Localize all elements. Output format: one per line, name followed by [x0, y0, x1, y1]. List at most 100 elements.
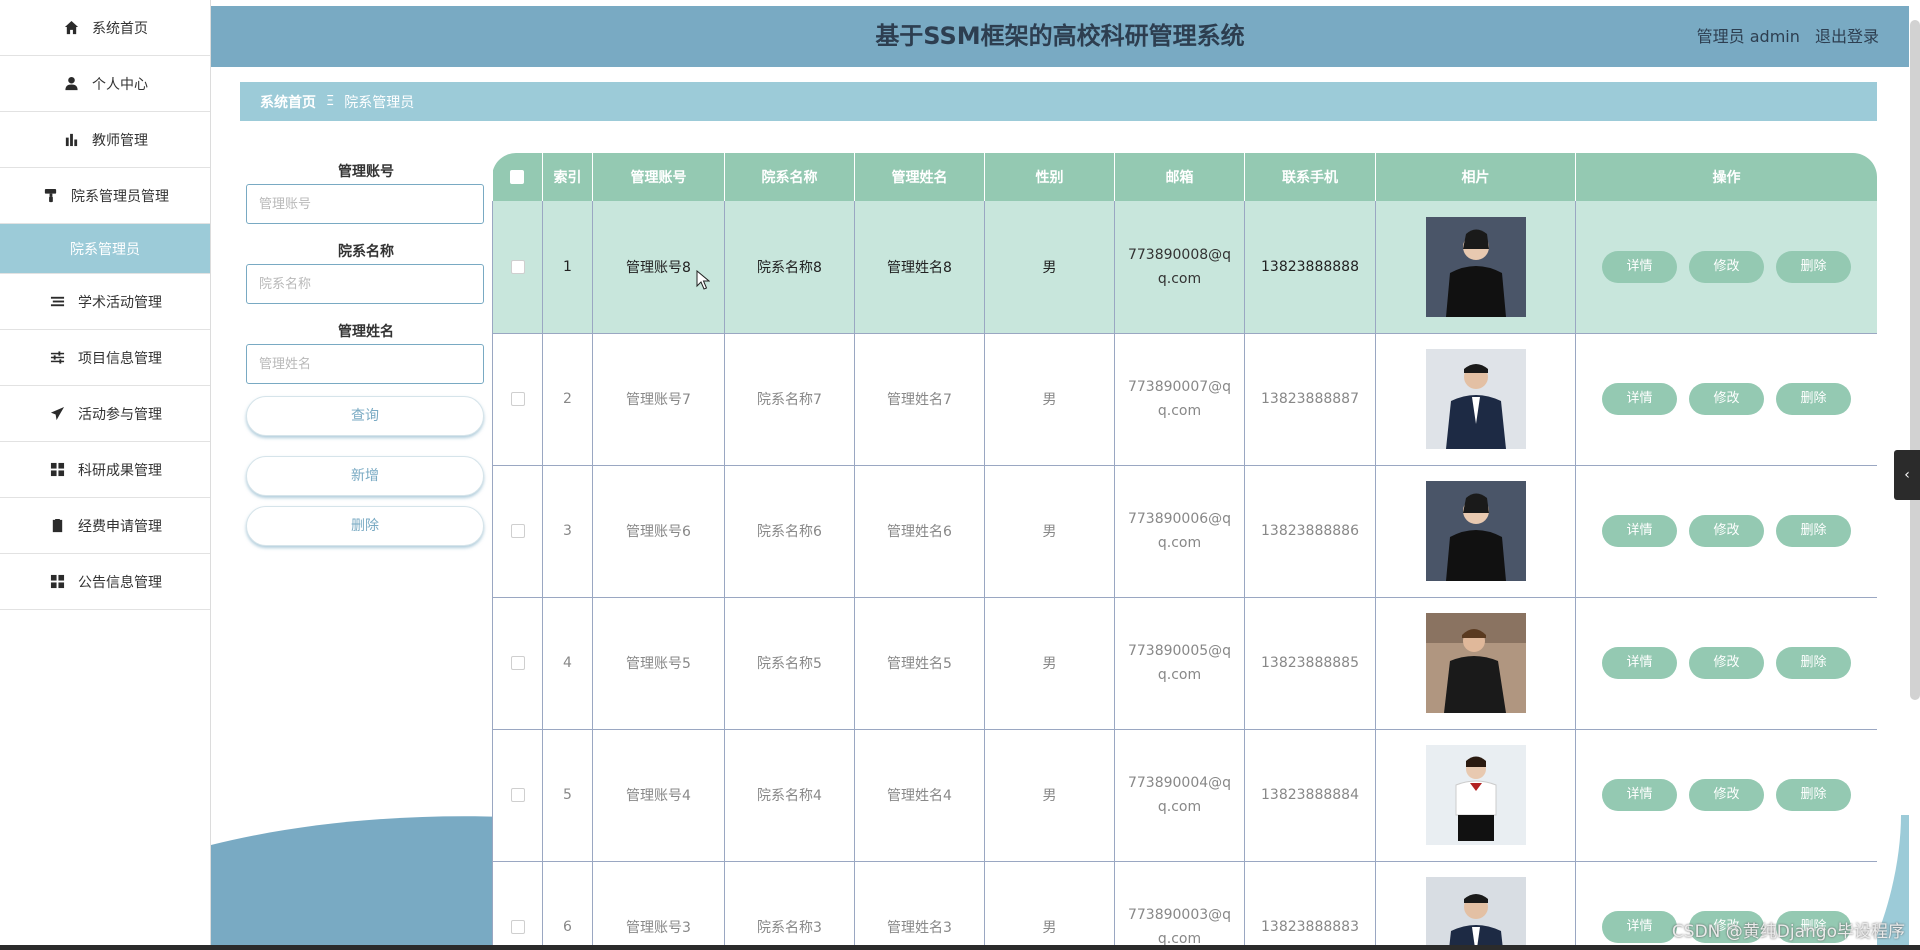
row-select-cell[interactable] — [492, 201, 543, 334]
cell-photo — [1375, 333, 1576, 466]
sidebar-item-dept-admin-mgmt[interactable]: 院系管理员管理 — [0, 168, 210, 224]
row-select-cell[interactable] — [492, 465, 543, 598]
edit-button[interactable]: 修改 — [1689, 383, 1764, 415]
row-select-cell[interactable] — [492, 861, 543, 950]
cell-name: 管理姓名8 — [854, 201, 985, 334]
cell-email: 773890006@qq.com — [1114, 465, 1245, 598]
sidebar-item-teachers[interactable]: 教师管理 — [0, 112, 210, 168]
cell-index: 3 — [542, 465, 593, 598]
delete-button[interactable]: 删除 — [1776, 515, 1851, 547]
edit-button[interactable]: 修改 — [1689, 647, 1764, 679]
edit-button[interactable]: 修改 — [1689, 515, 1764, 547]
row-checkbox[interactable] — [510, 259, 525, 274]
collapse-panel-toggle[interactable]: ‹ — [1894, 450, 1920, 500]
bottom-taskbar-edge — [0, 945, 1920, 950]
cell-actions: 详情 修改 删除 — [1575, 465, 1877, 598]
cell-account: 管理账号8 — [592, 201, 725, 334]
cell-email: 773890003@qq.com — [1114, 861, 1245, 950]
sidebar-item-label: 活动参与管理 — [78, 406, 162, 423]
bar-chart-icon — [62, 131, 80, 149]
sidebar-item-profile[interactable]: 个人中心 — [0, 56, 210, 112]
cell-phone: 13823888886 — [1244, 465, 1376, 598]
sliders-icon — [48, 349, 66, 367]
cell-email: 773890004@qq.com — [1114, 729, 1245, 862]
cell-photo — [1375, 861, 1576, 950]
detail-button[interactable]: 详情 — [1602, 779, 1677, 811]
cell-account: 管理账号3 — [592, 861, 725, 950]
sidebar-item-home[interactable]: 系统首页 — [0, 0, 210, 56]
table-row[interactable]: 5 管理账号4 院系名称4 管理姓名4 男 773890004@qq.com 1… — [492, 729, 1877, 862]
sidebar-item-research-results[interactable]: 科研成果管理 — [0, 442, 210, 498]
delete-button[interactable]: 删除 — [1776, 383, 1851, 415]
sidebar: 系统首页 个人中心 教师管理 院系管理员管理 院系管理员 学术活动管理 项目信息… — [0, 0, 211, 950]
table-row[interactable]: 2 管理账号7 院系名称7 管理姓名7 男 773890007@qq.com 1… — [492, 333, 1877, 466]
row-checkbox[interactable] — [510, 392, 525, 406]
cell-dept: 院系名称8 — [724, 201, 855, 334]
batch-delete-button[interactable]: 删除 — [246, 506, 484, 546]
sidebar-item-funding-application[interactable]: 经费申请管理 — [0, 498, 210, 554]
cell-dept: 院系名称6 — [724, 465, 855, 598]
table-row[interactable]: 3 管理账号6 院系名称6 管理姓名6 男 773890006@qq.com 1… — [492, 465, 1877, 598]
detail-button[interactable]: 详情 — [1602, 647, 1677, 679]
col-header-gender: 性别 — [984, 153, 1115, 201]
cell-actions: 详情 修改 删除 — [1575, 333, 1877, 466]
photo-thumbnail — [1425, 481, 1526, 581]
delete-button[interactable]: 删除 — [1776, 779, 1851, 811]
logout-link[interactable]: 退出登录 — [1815, 27, 1879, 46]
table-row[interactable]: 1 管理账号8 院系名称8 管理姓名8 男 773890008@qq.com 1… — [492, 201, 1877, 334]
cell-photo — [1375, 729, 1576, 862]
detail-button[interactable]: 详情 — [1602, 911, 1677, 943]
cell-gender: 男 — [984, 729, 1115, 862]
vertical-scrollbar[interactable] — [1910, 20, 1920, 700]
query-button[interactable]: 查询 — [246, 396, 484, 436]
watermark: CSDN @黄纯Django毕设程序 — [1671, 922, 1905, 942]
detail-button[interactable]: 详情 — [1602, 515, 1677, 547]
select-all-cell[interactable] — [492, 153, 543, 201]
detail-button[interactable]: 详情 — [1602, 383, 1677, 415]
row-select-cell[interactable] — [492, 729, 543, 862]
table-row[interactable]: 4 管理账号5 院系名称5 管理姓名5 男 773890005@qq.com 1… — [492, 597, 1877, 730]
breadcrumb-separator: Ξ — [326, 94, 335, 109]
account-input[interactable] — [246, 184, 484, 224]
sidebar-item-dept-admin[interactable]: 院系管理员 — [0, 224, 210, 274]
cell-name: 管理姓名4 — [854, 729, 985, 862]
row-select-cell[interactable] — [492, 597, 543, 730]
cell-index: 5 — [542, 729, 593, 862]
cell-email: 773890007@qq.com — [1114, 333, 1245, 466]
name-input[interactable] — [246, 344, 484, 384]
select-all-checkbox[interactable] — [510, 170, 525, 184]
sidebar-item-academic-activity[interactable]: 学术活动管理 — [0, 274, 210, 330]
edit-button[interactable]: 修改 — [1689, 779, 1764, 811]
cell-index: 2 — [542, 333, 593, 466]
user-label: 管理员 admin — [1696, 27, 1800, 46]
cell-phone: 13823888888 — [1244, 201, 1376, 334]
row-checkbox[interactable] — [510, 656, 525, 670]
delete-button[interactable]: 删除 — [1776, 250, 1851, 283]
breadcrumb-home[interactable]: 系统首页 — [260, 92, 316, 112]
edit-button[interactable]: 修改 — [1689, 250, 1764, 283]
sidebar-item-label: 院系管理员管理 — [71, 188, 169, 205]
photo-thumbnail — [1425, 613, 1526, 713]
dept-input[interactable] — [246, 264, 484, 304]
sidebar-item-label: 科研成果管理 — [78, 462, 162, 479]
dept-label: 院系名称 — [338, 244, 394, 260]
sidebar-item-announcements[interactable]: 公告信息管理 — [0, 554, 210, 610]
detail-button[interactable]: 详情 — [1602, 250, 1677, 283]
cell-dept: 院系名称7 — [724, 333, 855, 466]
delete-button[interactable]: 删除 — [1776, 647, 1851, 679]
row-checkbox[interactable] — [510, 524, 525, 538]
add-button[interactable]: 新增 — [246, 456, 484, 496]
row-checkbox[interactable] — [510, 788, 525, 802]
chevron-left-icon: ‹ — [1904, 467, 1910, 483]
table-row[interactable]: 6 管理账号3 院系名称3 管理姓名3 男 773890003@qq.com 1… — [492, 861, 1877, 950]
paint-roller-icon — [41, 187, 59, 205]
cell-phone: 13823888884 — [1244, 729, 1376, 862]
sidebar-item-activity-participation[interactable]: 活动参与管理 — [0, 386, 210, 442]
col-header-phone: 联系手机 — [1244, 153, 1376, 201]
cell-account: 管理账号6 — [592, 465, 725, 598]
row-checkbox[interactable] — [510, 920, 525, 934]
user-area: 管理员 admin 退出登录 — [1687, 6, 1879, 67]
row-select-cell[interactable] — [492, 333, 543, 466]
sidebar-item-project-info[interactable]: 项目信息管理 — [0, 330, 210, 386]
col-header-name: 管理姓名 — [854, 153, 985, 201]
